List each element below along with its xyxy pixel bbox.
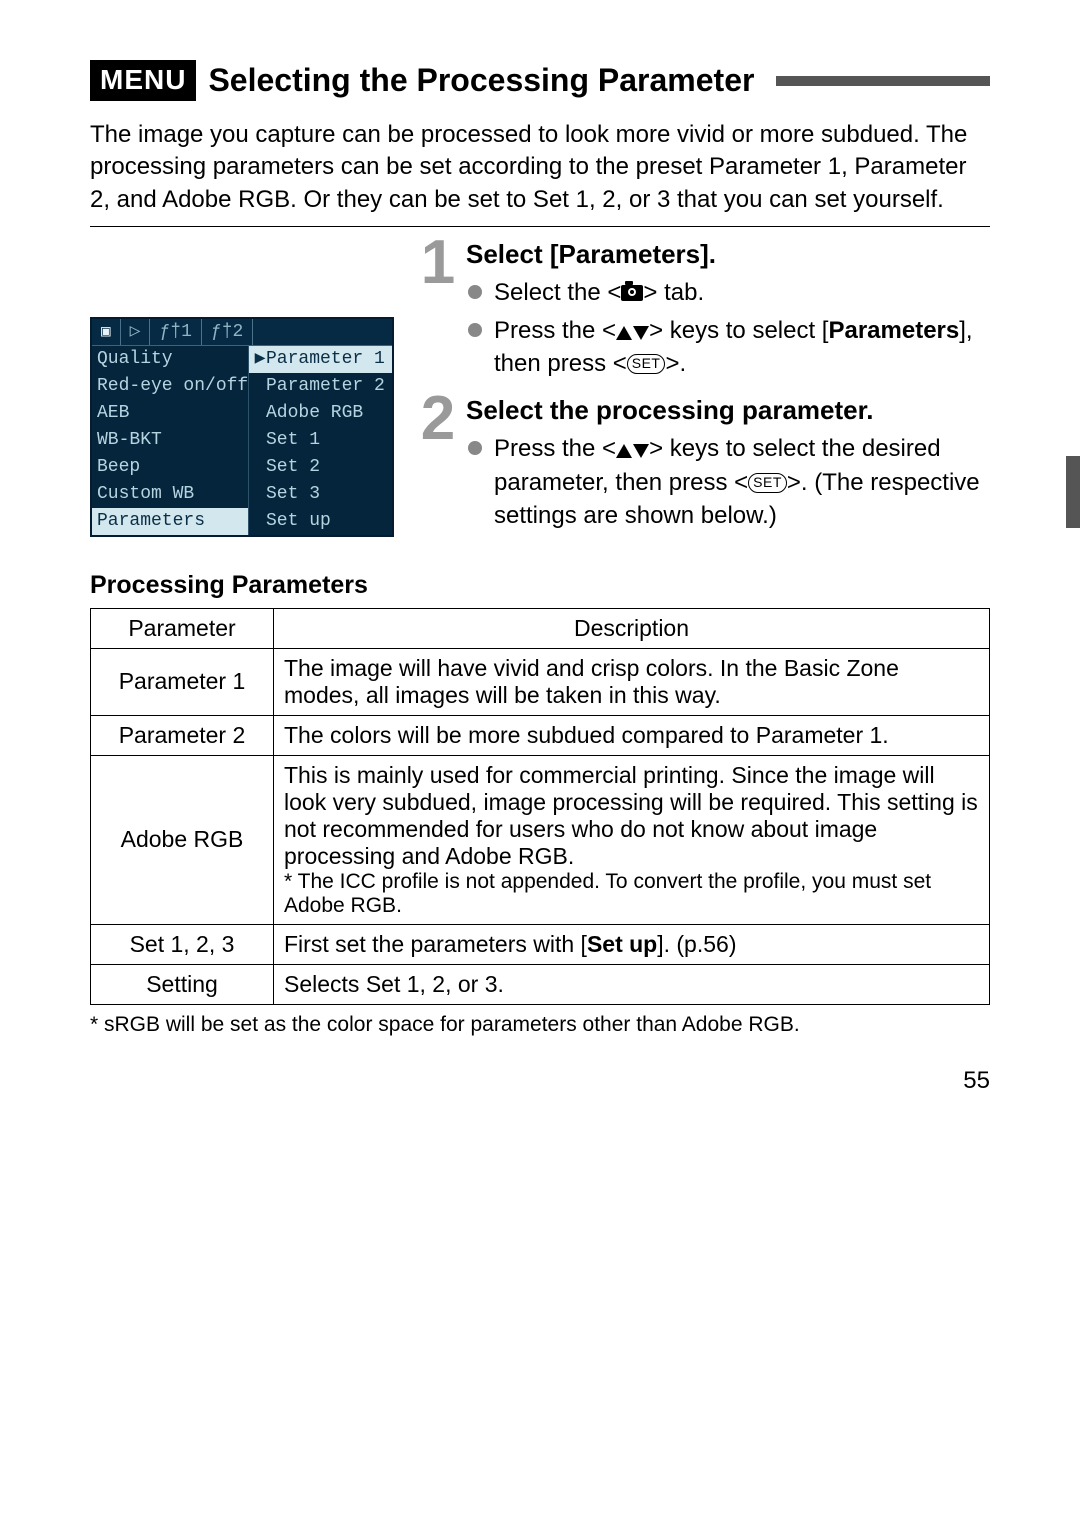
- lcd-menu-list: QualityRed-eye on/offAEBWB-BKTBeepCustom…: [92, 346, 249, 535]
- lcd-tab-tool2: ƒ†2: [202, 319, 253, 345]
- lcd-tab-tool1: ƒ†1: [150, 319, 201, 345]
- lcd-menu-item: Quality: [92, 346, 248, 373]
- table-cell-desc: First set the parameters with [Set up]. …: [274, 924, 990, 964]
- table-cell-param: Adobe RGB: [91, 755, 274, 924]
- lcd-tab-play: ▷: [121, 319, 151, 345]
- table-header-desc: Description: [274, 608, 990, 648]
- step-number: 2: [418, 391, 458, 537]
- table-cell-param: Parameter 1: [91, 648, 274, 715]
- page-title: Selecting the Processing Parameter: [208, 62, 754, 99]
- menu-badge: MENU: [90, 60, 196, 101]
- lcd-option-item: Set 2: [249, 454, 392, 481]
- table-section-title: Processing Parameters: [90, 571, 990, 600]
- table-cell-param: Set 1, 2, 3: [91, 924, 274, 964]
- lcd-menu-item: Red-eye on/off: [92, 373, 248, 400]
- lcd-option-item: Set up: [249, 508, 392, 535]
- lcd-option-list: ▶Parameter 1 Parameter 2 Adobe RGB Set 1…: [249, 346, 392, 535]
- lcd-option-item: Adobe RGB: [249, 400, 392, 427]
- up-down-arrows-icon: [616, 326, 649, 340]
- lcd-option-item: Set 3: [249, 481, 392, 508]
- table-cell-desc: The colors will be more subdued compared…: [274, 715, 990, 755]
- camera-icon: [621, 285, 643, 301]
- separator: [90, 226, 990, 227]
- step-title: Select the processing parameter.: [466, 395, 990, 426]
- lcd-menu-item: Custom WB: [92, 481, 248, 508]
- table-cell-desc: The image will have vivid and crisp colo…: [274, 648, 990, 715]
- table-header-param: Parameter: [91, 608, 274, 648]
- lcd-menu-item: Parameters: [92, 508, 248, 535]
- up-down-arrows-icon: [616, 444, 649, 458]
- camera-lcd-screenshot: ▣ ▷ ƒ†1 ƒ†2 QualityRed-eye on/offAEBWB-B…: [90, 317, 394, 537]
- step-title: Select [Parameters].: [466, 239, 990, 270]
- step-number: 1: [418, 235, 458, 385]
- set-button-icon: SET: [748, 473, 787, 493]
- camera-icon: ▣: [101, 320, 111, 345]
- table-cell-param: Parameter 2: [91, 715, 274, 755]
- lcd-option-item: Parameter 2: [249, 373, 392, 400]
- lcd-option-item: Set 1: [249, 427, 392, 454]
- table-row: Parameter 1The image will have vivid and…: [91, 648, 990, 715]
- set-button-icon: SET: [627, 354, 666, 374]
- lcd-tab-camera: ▣: [92, 319, 121, 345]
- step: 1Select [Parameters].Select the <> tab.P…: [418, 239, 990, 385]
- page-number: 55: [90, 1067, 990, 1095]
- section-thumb-tab: [1066, 456, 1080, 528]
- table-row: Parameter 2The colors will be more subdu…: [91, 715, 990, 755]
- title-rule: [776, 76, 990, 86]
- lcd-tab-bar: ▣ ▷ ƒ†1 ƒ†2: [92, 319, 392, 346]
- table-row: Adobe RGBThis is mainly used for commerc…: [91, 755, 990, 924]
- intro-paragraph: The image you capture can be processed t…: [90, 119, 990, 216]
- table-cell-desc: This is mainly used for commercial print…: [274, 755, 990, 924]
- footnote: * sRGB will be set as the color space fo…: [90, 1013, 990, 1037]
- processing-parameters-table: Parameter Description Parameter 1The ima…: [90, 608, 990, 1005]
- table-row: Set 1, 2, 3First set the parameters with…: [91, 924, 990, 964]
- lcd-menu-item: WB-BKT: [92, 427, 248, 454]
- page-title-row: MENU Selecting the Processing Parameter: [90, 60, 990, 101]
- step-bullet: Press the <> keys to select the desired …: [468, 432, 990, 533]
- step-bullet: Select the <> tab.: [468, 276, 990, 310]
- table-fineprint: * The ICC profile is not appended. To co…: [284, 870, 979, 918]
- step-bullet: Press the <> keys to select [Parameters]…: [468, 314, 990, 381]
- table-row: SettingSelects Set 1, 2, or 3.: [91, 964, 990, 1004]
- lcd-menu-item: AEB: [92, 400, 248, 427]
- step: 2Select the processing parameter.Press t…: [418, 395, 990, 537]
- table-cell-desc: Selects Set 1, 2, or 3.: [274, 964, 990, 1004]
- lcd-menu-item: Beep: [92, 454, 248, 481]
- table-cell-param: Setting: [91, 964, 274, 1004]
- lcd-option-item: ▶Parameter 1: [249, 346, 392, 373]
